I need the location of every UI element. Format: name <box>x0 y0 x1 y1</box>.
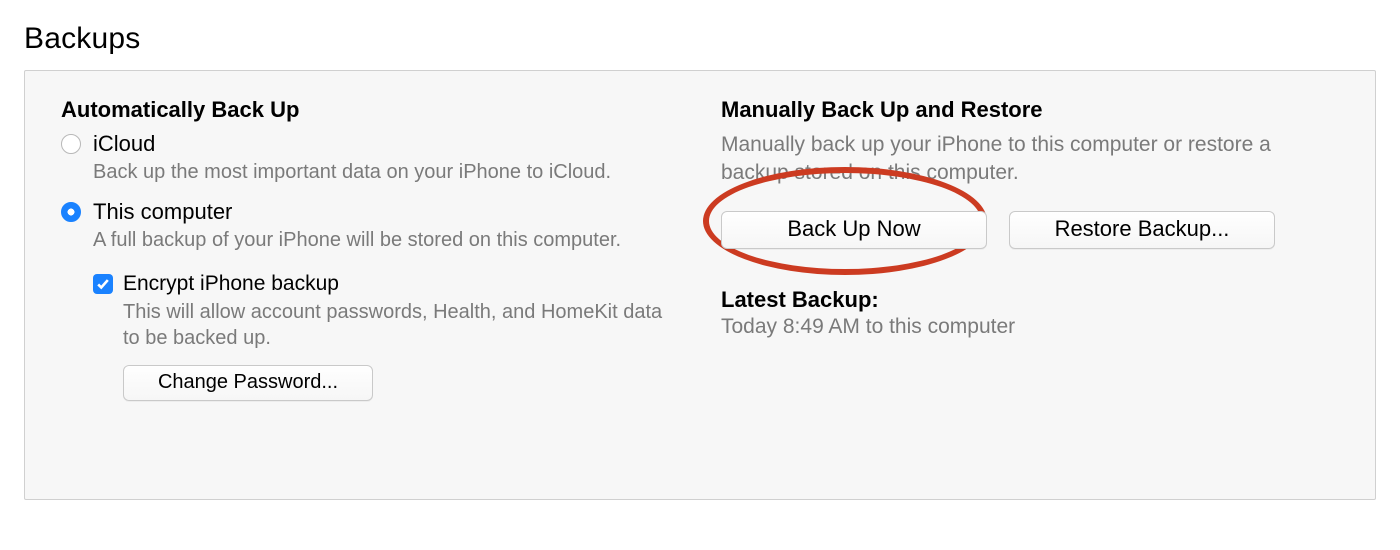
latest-backup-heading: Latest Backup: <box>721 287 1339 313</box>
radio-label-this-computer: This computer <box>93 199 681 225</box>
radio-option-this-computer[interactable]: This computer A full backup of your iPho… <box>61 199 681 253</box>
change-password-button[interactable]: Change Password... <box>123 365 373 401</box>
section-title: Backups <box>24 22 1376 56</box>
restore-backup-button[interactable]: Restore Backup... <box>1009 211 1275 249</box>
checkmark-icon <box>93 274 113 294</box>
radio-icon <box>61 134 81 154</box>
auto-backup-heading: Automatically Back Up <box>61 97 681 123</box>
radio-desc-icloud: Back up the most important data on your … <box>93 159 681 185</box>
auto-backup-column: Automatically Back Up iCloud Back up the… <box>61 97 681 401</box>
checkbox-encrypt-backup[interactable]: Encrypt iPhone backup This will allow ac… <box>93 271 681 351</box>
manual-backup-column: Manually Back Up and Restore Manually ba… <box>721 97 1339 401</box>
radio-desc-this-computer: A full backup of your iPhone will be sto… <box>93 227 681 253</box>
back-up-now-button[interactable]: Back Up Now <box>721 211 987 249</box>
backups-panel: Automatically Back Up iCloud Back up the… <box>24 70 1376 500</box>
checkbox-label-encrypt: Encrypt iPhone backup <box>123 271 681 297</box>
radio-label-icloud: iCloud <box>93 131 681 157</box>
manual-backup-heading: Manually Back Up and Restore <box>721 97 1339 123</box>
radio-option-icloud[interactable]: iCloud Back up the most important data o… <box>61 131 681 185</box>
latest-backup-value: Today 8:49 AM to this computer <box>721 315 1339 339</box>
checkbox-desc-encrypt: This will allow account passwords, Healt… <box>123 299 681 351</box>
manual-backup-desc: Manually back up your iPhone to this com… <box>721 131 1321 187</box>
radio-icon <box>61 202 81 222</box>
